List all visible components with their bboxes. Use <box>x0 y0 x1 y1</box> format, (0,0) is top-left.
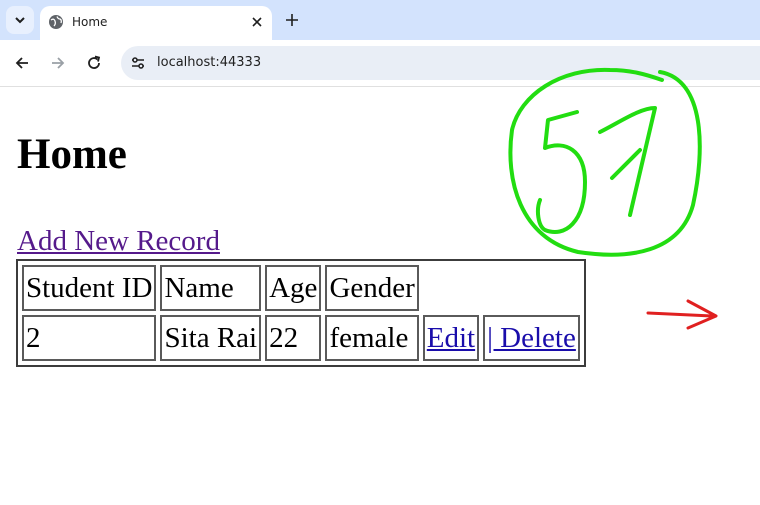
annotation-digit-five <box>535 110 587 234</box>
annotation-circle <box>508 67 702 257</box>
annotation-arrow <box>646 299 718 330</box>
annotation-layer <box>508 67 718 330</box>
annotation-digit-seven <box>598 106 657 217</box>
